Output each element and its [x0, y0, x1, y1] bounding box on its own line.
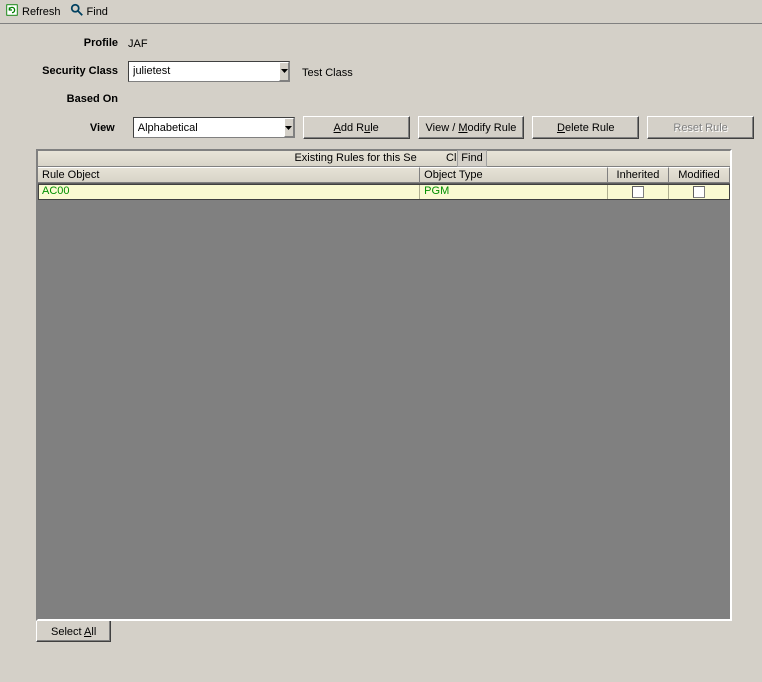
modified-checkbox[interactable]	[693, 186, 705, 198]
security-class-label: Security Class	[8, 65, 128, 77]
header-object-type[interactable]: Object Type	[420, 167, 608, 183]
add-rule-button[interactable]: AAdd Ruledd Rule	[303, 116, 410, 139]
view-modify-rule-button[interactable]: View / Modify Rule	[418, 116, 525, 139]
header-modified[interactable]: Modified	[669, 167, 730, 183]
cell-modified	[669, 184, 730, 199]
find-button[interactable]: Find	[67, 1, 114, 22]
rules-table: Existing Rules for this Security Class F…	[36, 149, 732, 621]
security-class-input[interactable]	[129, 62, 279, 81]
cell-inherited	[608, 184, 669, 199]
header-rule-object[interactable]: Rule Object	[38, 167, 420, 183]
column-headers: Rule Object Object Type Inherited Modifi…	[38, 167, 730, 184]
view-input[interactable]	[134, 118, 284, 137]
content-area: Profile JAF Security Class Test Class Ba…	[0, 24, 762, 646]
view-select[interactable]	[133, 117, 295, 138]
toolbar: Refresh Find	[0, 0, 762, 24]
profile-label: Profile	[8, 37, 128, 49]
table-title: Existing Rules for this Security Class F…	[38, 151, 730, 167]
header-inherited[interactable]: Inherited	[608, 167, 669, 183]
refresh-icon	[5, 3, 19, 20]
refresh-button[interactable]: Refresh	[2, 1, 67, 22]
inherited-checkbox[interactable]	[632, 186, 644, 198]
table-body: AC00 PGM	[38, 184, 730, 200]
profile-value: JAF	[128, 36, 148, 50]
security-class-select[interactable]	[128, 61, 290, 82]
chevron-down-icon[interactable]	[279, 62, 289, 81]
table-row[interactable]: AC00 PGM	[38, 184, 730, 200]
security-class-description: Test Class	[302, 64, 353, 79]
find-overlay[interactable]: Find	[457, 150, 487, 167]
cell-rule-object: AC00	[38, 184, 420, 199]
cell-object-type: PGM	[420, 184, 608, 199]
refresh-label: Refresh	[22, 6, 61, 18]
reset-rule-button: Reset Rule	[647, 116, 754, 139]
search-icon	[70, 3, 84, 20]
based-on-label: Based On	[8, 93, 128, 105]
delete-rule-button[interactable]: Delete Rule	[532, 116, 639, 139]
select-all-button[interactable]: Select All	[36, 621, 111, 642]
view-label: View	[8, 122, 125, 134]
find-label: Find	[87, 6, 108, 18]
chevron-down-icon[interactable]	[284, 118, 294, 137]
